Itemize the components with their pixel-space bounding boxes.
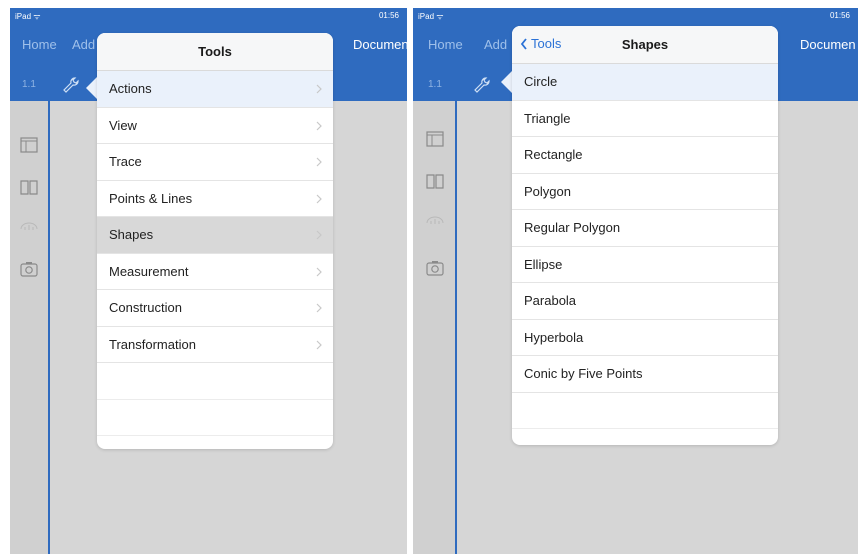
camera-icon[interactable]	[19, 259, 39, 279]
chevron-right-icon	[316, 84, 322, 94]
documents-button[interactable]: Documen	[800, 37, 856, 52]
menu-item-label: View	[109, 117, 137, 133]
menu-item-measurement[interactable]: Measurement	[97, 254, 333, 290]
menu-item-construction[interactable]: Construction	[97, 290, 333, 327]
documents-button[interactable]: Documen	[353, 37, 407, 52]
menu-item-label: Polygon	[524, 183, 571, 199]
popover-arrow	[501, 71, 512, 93]
book-icon[interactable]	[425, 171, 445, 191]
chevron-right-icon	[316, 157, 322, 167]
page-number[interactable]: 1.1	[428, 79, 442, 90]
chevron-right-icon	[316, 303, 322, 313]
left-sidebar	[10, 101, 48, 554]
shapes-popover-title: Shapes	[621, 37, 669, 52]
menu-item-circle[interactable]: Circle	[512, 64, 778, 101]
status-time: 01:56	[829, 11, 850, 20]
ipad-screen-shapes-menu: iPad ᯤ 01:56 Home Add Documen 1.1 Tools …	[413, 8, 858, 554]
menu-item-label: Regular Polygon	[524, 220, 621, 236]
menu-item-label: Ellipse	[524, 256, 563, 272]
menu-item-hyperbola[interactable]: Hyperbola	[512, 320, 778, 356]
empty-row	[512, 393, 778, 429]
status-bar: iPad ᯤ 01:56	[10, 8, 407, 24]
menu-item-view[interactable]: View	[97, 108, 333, 144]
empty-row	[97, 400, 333, 436]
menu-item-shapes[interactable]: Shapes	[97, 217, 333, 254]
carrier-label: iPad ᯤ	[15, 12, 41, 21]
page-number[interactable]: 1.1	[22, 79, 36, 90]
tools-popover-header: Tools	[97, 33, 333, 71]
book-icon[interactable]	[19, 177, 39, 197]
menu-item-label: Construction	[109, 300, 182, 316]
page-layout-icon[interactable]	[425, 129, 445, 149]
ruler-icon	[19, 217, 39, 237]
menu-item-polygon[interactable]: Polygon	[512, 174, 778, 210]
wrench-icon[interactable]	[471, 74, 493, 96]
chevron-right-icon	[316, 267, 322, 276]
add-button[interactable]: Add	[484, 37, 507, 52]
menu-item-points-lines[interactable]: Points & Lines	[97, 181, 333, 217]
menu-item-parabola[interactable]: Parabola	[512, 283, 778, 320]
menu-item-label: Triangle	[524, 110, 571, 126]
carrier-label: iPad ᯤ	[418, 12, 444, 21]
tools-popover-title: Tools	[198, 44, 232, 59]
add-button[interactable]: Add	[72, 37, 95, 52]
ipad-screen-tools-menu: iPad ᯤ 01:56 Home Add Documen 1.1 Tools	[10, 8, 407, 554]
menu-item-actions[interactable]: Actions	[97, 71, 333, 108]
menu-item-label: Circle	[524, 74, 558, 90]
menu-item-regular-polygon[interactable]: Regular Polygon	[512, 210, 778, 247]
menu-item-conic-by-five-points[interactable]: Conic by Five Points	[512, 356, 778, 393]
menu-item-label: Points & Lines	[109, 190, 193, 206]
left-sidebar	[413, 101, 455, 554]
menu-item-label: Parabola	[524, 293, 577, 309]
chevron-right-icon	[316, 340, 322, 349]
shapes-popover: Tools Shapes Circle Triangle Rectangle P…	[512, 26, 778, 445]
chevron-right-icon	[316, 121, 322, 130]
menu-item-trace[interactable]: Trace	[97, 144, 333, 181]
menu-item-label: Measurement	[109, 263, 189, 279]
shapes-popover-header: Tools Shapes	[512, 26, 778, 64]
menu-item-label: Shapes	[109, 227, 154, 243]
menu-item-label: Transformation	[109, 336, 196, 352]
home-button[interactable]: Home	[22, 37, 57, 52]
status-time: 01:56	[378, 11, 399, 20]
menu-item-label: Rectangle	[524, 147, 583, 163]
tools-popover: Tools Actions View Trace Points & Lines …	[97, 33, 333, 449]
menu-item-triangle[interactable]: Triangle	[512, 101, 778, 137]
menu-item-label: Actions	[109, 81, 152, 97]
menu-item-label: Trace	[109, 154, 142, 170]
wrench-icon[interactable]	[60, 74, 82, 96]
camera-icon[interactable]	[425, 258, 445, 278]
status-bar: iPad ᯤ 01:56	[413, 8, 858, 24]
chevron-right-icon	[316, 194, 322, 203]
home-button[interactable]: Home	[428, 37, 463, 52]
menu-item-label: Conic by Five Points	[524, 366, 643, 382]
menu-item-label: Hyperbola	[524, 329, 584, 345]
empty-row	[97, 363, 333, 400]
menu-item-transformation[interactable]: Transformation	[97, 327, 333, 363]
ruler-icon	[425, 211, 445, 231]
chevron-right-icon	[316, 230, 322, 240]
menu-item-ellipse[interactable]: Ellipse	[512, 247, 778, 283]
page-layout-icon[interactable]	[19, 135, 39, 155]
popover-arrow	[86, 77, 97, 99]
menu-item-rectangle[interactable]: Rectangle	[512, 137, 778, 174]
